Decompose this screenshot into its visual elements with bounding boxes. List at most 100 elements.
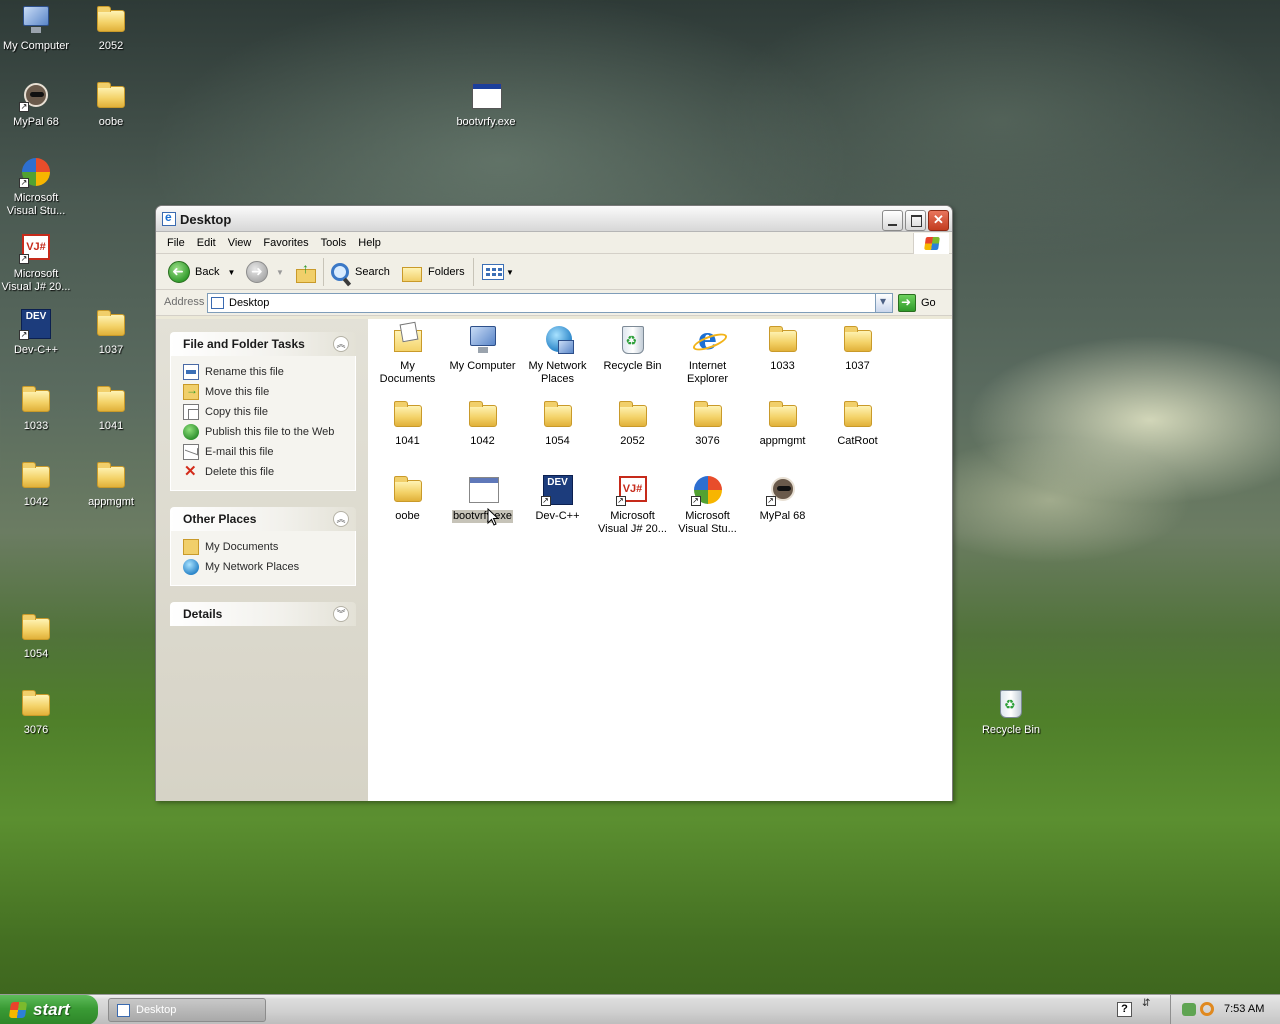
file-item-appmgmt[interactable]: appmgmt [745,399,820,448]
task-publish[interactable]: Publish this file to the Web [183,422,355,442]
folder-icon [841,399,875,431]
window-titlebar[interactable]: Desktop [156,206,952,232]
panel-header[interactable]: File and Folder Tasks ︽ [170,332,356,356]
visual-j-sharp-icon: VJ# ↗ [19,232,53,264]
file-item-2052[interactable]: 2052 [595,399,670,448]
file-item-my-computer[interactable]: My Computer [445,324,520,373]
back-button[interactable]: Back ▼ [168,260,235,284]
desktop-icon-1037[interactable]: 1037 [73,308,149,357]
desktop-icon-1041[interactable]: 1041 [73,384,149,433]
expand-down-icon[interactable]: ︾ [333,606,349,622]
desktop-icon-mypal[interactable]: ↗ MyPal 68 [0,80,74,129]
desktop-icon-my-computer[interactable]: My Computer [0,4,74,53]
file-item-1033[interactable]: 1033 [745,324,820,373]
file-item-my-documents[interactable]: My Documents [370,324,445,386]
task-label: Rename this file [205,366,284,378]
file-item-bootvrfy-selected[interactable]: bootvrfy.exe [445,474,520,523]
views-button[interactable]: ▼ [482,260,514,284]
desktop-icon-label: 3076 [23,724,49,736]
desktop-icon-1033[interactable]: 1033 [0,384,74,433]
place-network-places[interactable]: My Network Places [183,557,355,577]
back-label: Back [195,266,220,278]
search-tray-icon[interactable] [1200,1002,1214,1016]
taskbar-button-desktop[interactable]: Desktop [108,998,266,1022]
task-delete[interactable]: Delete this file [183,462,355,482]
collapse-up-icon[interactable]: ︽ [333,336,349,352]
address-dropdown-button[interactable] [875,294,892,312]
task-email[interactable]: E-mail this file [183,442,355,462]
menu-view[interactable]: View [222,232,258,254]
start-button[interactable]: start [0,995,98,1024]
file-item-recycle-bin[interactable]: Recycle Bin [595,324,670,373]
file-item-visual-j-sharp[interactable]: VJ# ↗ Microsoft Visual J# 20... [595,474,670,536]
file-item-1037[interactable]: 1037 [820,324,895,373]
back-dropdown-icon[interactable]: ▼ [227,268,235,277]
desktop-icon-appmgmt[interactable]: appmgmt [73,460,149,509]
minimize-button[interactable] [882,210,903,231]
task-label: Delete this file [205,466,275,478]
folder-icon [766,399,800,431]
file-item-internet-explorer[interactable]: e Internet Explorer [670,324,745,386]
desktop-icon-3076[interactable]: 3076 [0,688,74,737]
file-item-1041[interactable]: 1041 [370,399,445,448]
file-item-catroot[interactable]: CatRoot [820,399,895,448]
file-item-visual-studio[interactable]: ↗ Microsoft Visual Stu... [670,474,745,536]
task-copy[interactable]: Copy this file [183,402,355,422]
search-button[interactable]: Search [331,260,390,284]
panel-header[interactable]: Details ︾ [170,602,356,626]
desktop-icon-dev-cpp[interactable]: DEV ↗ Dev-C++ [0,308,74,357]
taskbar-button-label: Desktop [136,1004,177,1016]
file-item-network-places[interactable]: My Network Places [520,324,595,386]
tray-toggle-icon[interactable]: ⇵ [1142,999,1150,1009]
address-input[interactable]: Desktop [207,293,893,313]
menu-favorites[interactable]: Favorites [257,232,314,254]
panel-header[interactable]: Other Places ︽ [170,507,356,531]
desktop-icon-1042[interactable]: 1042 [0,460,74,509]
window-app-icon[interactable] [162,210,176,226]
menu-tools[interactable]: Tools [315,232,353,254]
desktop-icon-label: Recycle Bin [981,724,1041,736]
file-item-oobe[interactable]: oobe [370,474,445,523]
clock[interactable]: 7:53 AM [1224,1003,1264,1015]
file-item-3076[interactable]: 3076 [670,399,745,448]
desktop-icon-label: Microsoft Visual Stu... [6,192,66,217]
desktop-icon-2052[interactable]: 2052 [73,4,149,53]
help-icon[interactable]: ? [1117,1002,1132,1017]
task-move[interactable]: Move this file [183,382,355,402]
menu-file[interactable]: File [161,232,191,254]
task-rename[interactable]: Rename this file [183,362,355,382]
window-title: Desktop [180,212,232,227]
forward-button[interactable]: ▼ [246,260,284,284]
menu-help[interactable]: Help [352,232,387,254]
desktop-icon-visual-j-sharp[interactable]: VJ# ↗ Microsoft Visual J# 20... [0,232,74,294]
file-item-1054[interactable]: 1054 [520,399,595,448]
menu-edit[interactable]: Edit [191,232,222,254]
desktop-icon-label: 1054 [23,648,49,660]
go-button[interactable]: Go [898,294,936,312]
file-label: 1054 [545,435,570,447]
desktop-icon-bootvrfy[interactable]: bootvrfy.exe [448,80,524,129]
folder-icon [19,688,53,720]
file-item-dev-cpp[interactable]: DEV ↗ Dev-C++ [520,474,595,523]
network-tray-icon[interactable] [1182,1003,1196,1016]
file-item-mypal[interactable]: ↗ MyPal 68 [745,474,820,523]
file-label: 2052 [620,435,645,447]
desktop-icon-recycle-bin[interactable]: Recycle Bin [973,688,1049,737]
place-my-documents[interactable]: My Documents [183,537,355,557]
folders-button[interactable]: Folders [402,260,465,284]
forward-dropdown-icon[interactable]: ▼ [276,268,284,277]
file-item-1042[interactable]: 1042 [445,399,520,448]
folders-icon [402,264,422,282]
up-folder-button[interactable] [296,260,316,284]
desktop-icon-oobe[interactable]: oobe [73,80,149,129]
maximize-button[interactable] [905,210,926,231]
file-label: Microsoft Visual J# 20... [598,510,667,535]
collapse-up-icon[interactable]: ︽ [333,511,349,527]
desktop-icon-1054[interactable]: 1054 [0,612,74,661]
recycle-bin-icon [616,324,650,356]
desktop-icon-visual-studio[interactable]: ↗ Microsoft Visual Stu... [0,156,74,218]
close-button[interactable] [928,210,949,231]
file-list[interactable]: My Documents My Computer My Network Plac… [368,319,952,801]
folders-label: Folders [428,266,465,278]
dev-cpp-icon: DEV ↗ [19,308,53,340]
